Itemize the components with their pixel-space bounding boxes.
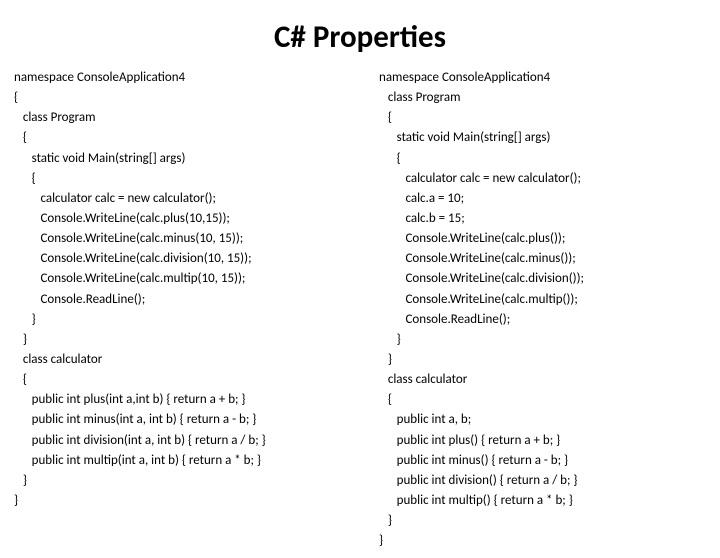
code-left-column: namespace ConsoleApplication4{ class Pro… [14, 68, 351, 551]
code-line: Console.WriteLine(calc.minus()); [379, 249, 706, 269]
code-line: Console.WriteLine(calc.division()); [379, 269, 706, 289]
code-line: static void Main(string[] args) [379, 128, 706, 148]
code-line: calculator calc = new calculator(); [379, 169, 706, 189]
code-line: } [379, 350, 706, 370]
code-line: } [14, 471, 341, 491]
code-line: public int plus(int a,int b) { return a … [14, 390, 341, 410]
code-line: Console.WriteLine(calc.plus(10,15)); [14, 209, 341, 229]
code-line: } [379, 330, 706, 350]
code-line: } [14, 491, 341, 511]
code-line: } [379, 511, 706, 531]
code-line: { [379, 149, 706, 169]
code-right-column: namespace ConsoleApplication4 class Prog… [351, 68, 706, 551]
code-line: calc.b = 15; [379, 209, 706, 229]
code-line: public int division() { return a / b; } [379, 471, 706, 491]
code-columns: namespace ConsoleApplication4{ class Pro… [0, 68, 720, 551]
code-line: { [379, 108, 706, 128]
code-line: { [379, 390, 706, 410]
code-line: Console.WriteLine(calc.plus()); [379, 229, 706, 249]
code-line: { [14, 169, 341, 189]
code-line: Console.ReadLine(); [379, 310, 706, 330]
code-line: Console.WriteLine(calc.minus(10, 15)); [14, 229, 341, 249]
code-line: } [14, 310, 341, 330]
code-line: { [14, 370, 341, 390]
page-title: C# Properties [0, 18, 720, 56]
code-line: class calculator [379, 370, 706, 390]
code-line: } [14, 330, 341, 350]
code-line: Console.WriteLine(calc.division(10, 15))… [14, 249, 341, 269]
code-line: class Program [379, 88, 706, 108]
code-line: calc.a = 10; [379, 189, 706, 209]
code-line: public int division(int a, int b) { retu… [14, 431, 341, 451]
code-line: } [379, 531, 706, 551]
code-line: class Program [14, 108, 341, 128]
code-line: { [14, 88, 341, 108]
code-line: namespace ConsoleApplication4 [379, 68, 706, 88]
code-line: public int a, b; [379, 410, 706, 430]
code-line: class calculator [14, 350, 341, 370]
code-line: public int multip(int a, int b) { return… [14, 451, 341, 471]
code-line: public int plus() { return a + b; } [379, 431, 706, 451]
code-line: calculator calc = new calculator(); [14, 189, 341, 209]
code-line: public int minus(int a, int b) { return … [14, 410, 341, 430]
code-line: public int multip() { return a * b; } [379, 491, 706, 511]
code-line: static void Main(string[] args) [14, 149, 341, 169]
code-line: { [14, 128, 341, 148]
code-line: Console.WriteLine(calc.multip(10, 15)); [14, 269, 341, 289]
code-line: namespace ConsoleApplication4 [14, 68, 341, 88]
code-line: Console.WriteLine(calc.multip()); [379, 290, 706, 310]
code-line: Console.ReadLine(); [14, 290, 341, 310]
code-line: public int minus() { return a - b; } [379, 451, 706, 471]
